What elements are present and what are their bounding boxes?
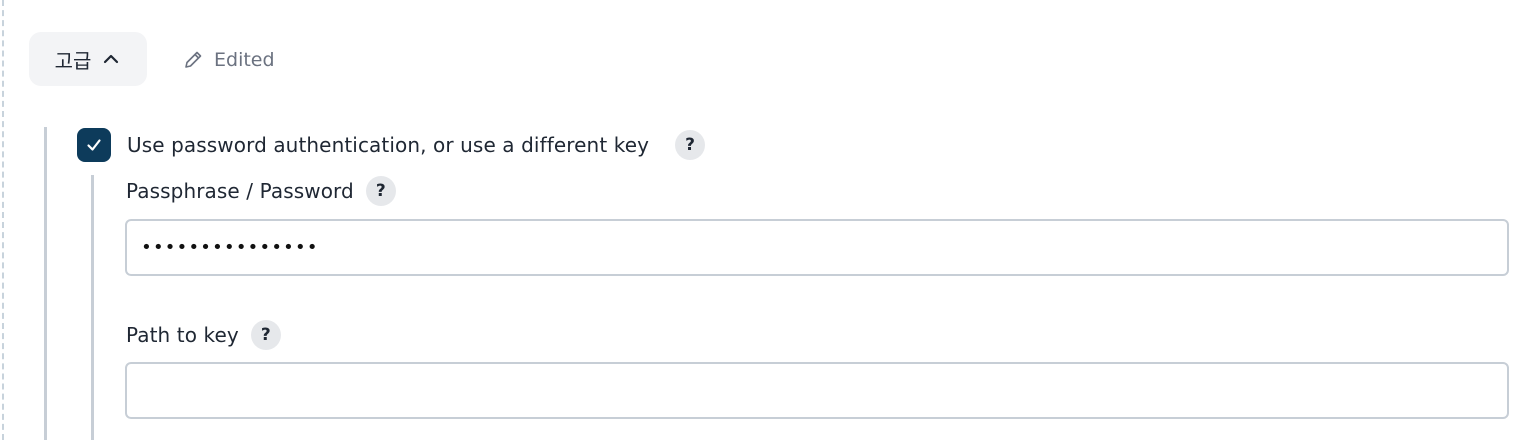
- edited-label: Edited: [214, 49, 275, 71]
- nested-section-bar: [44, 127, 47, 440]
- section-divider-dashed: [2, 0, 4, 440]
- use-password-option: Use password authentication, or use a di…: [77, 128, 706, 162]
- passphrase-field[interactable]: [125, 219, 1509, 276]
- path-to-key-label-row: Path to key ?: [126, 320, 281, 350]
- pencil-icon: [182, 49, 204, 71]
- use-password-label[interactable]: Use password authentication, or use a di…: [127, 133, 649, 157]
- edited-indicator: Edited: [182, 46, 275, 74]
- path-to-key-label: Path to key: [126, 323, 239, 347]
- passphrase-label: Passphrase / Password: [126, 179, 354, 203]
- path-to-key-help-icon[interactable]: ?: [250, 320, 281, 350]
- advanced-settings-panel: 고급 Edited Use password authentication, o…: [0, 0, 1532, 440]
- passphrase-label-row: Passphrase / Password ?: [126, 176, 396, 206]
- path-to-key-field[interactable]: [125, 362, 1509, 419]
- advanced-toggle-button[interactable]: 고급: [29, 32, 147, 86]
- passphrase-help-icon[interactable]: ?: [365, 176, 396, 206]
- checkmark-icon: [87, 139, 101, 151]
- chevron-up-icon: [101, 49, 121, 69]
- advanced-toggle-label: 고급: [54, 48, 92, 73]
- use-password-help-icon[interactable]: ?: [675, 130, 706, 160]
- nested-subsection-bar: [91, 175, 94, 440]
- use-password-checkbox[interactable]: [77, 128, 111, 162]
